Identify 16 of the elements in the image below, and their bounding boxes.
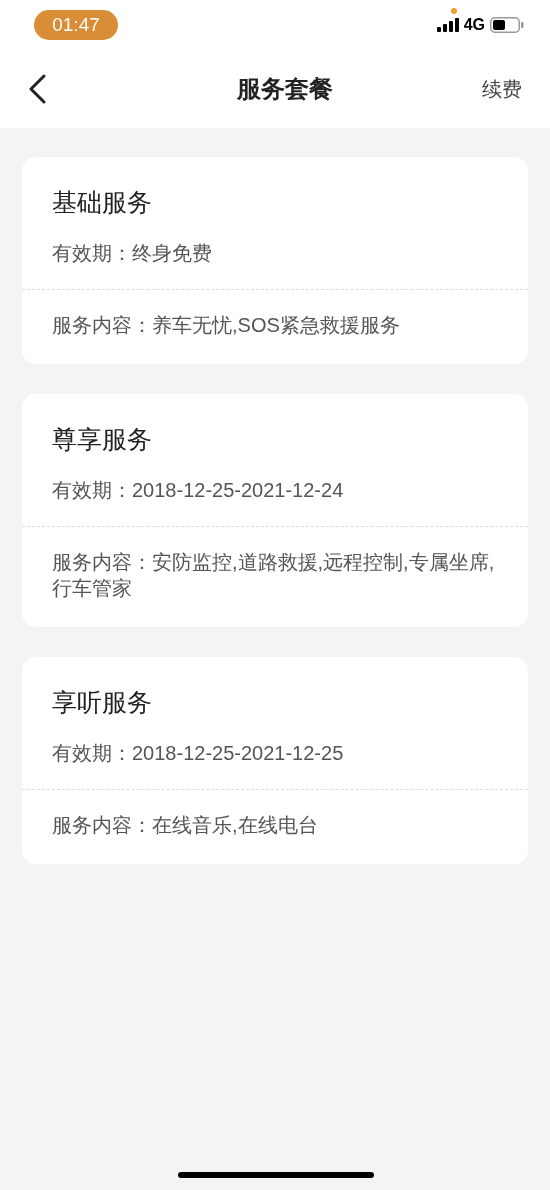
service-content: 服务内容：在线音乐,在线电台 xyxy=(52,813,319,838)
signal-icon xyxy=(436,18,459,32)
validity-text: 有效期：终身免费 xyxy=(52,241,213,266)
service-content: 服务内容：安防监控,道路救援,远程控制,专属坐席,行车管家 xyxy=(52,550,496,601)
status-time: 01:47 xyxy=(34,10,118,40)
battery-icon xyxy=(490,17,524,33)
service-content: 服务内容：养车无忧,SOS紧急救援服务 xyxy=(52,313,401,338)
validity-text: 有效期：2018-12-25-2021-12-25 xyxy=(52,741,345,766)
service-title: 基础服务 xyxy=(52,187,153,218)
network-label: 4G xyxy=(463,15,485,35)
validity-text: 有效期：2018-12-25-2021-12-24 xyxy=(52,478,345,503)
page-title: 服务套餐 xyxy=(237,74,333,104)
renew-button[interactable]: 续费 xyxy=(482,74,522,104)
back-icon xyxy=(28,74,46,104)
service-title: 享听服务 xyxy=(52,687,153,718)
service-title: 尊享服务 xyxy=(52,424,153,455)
